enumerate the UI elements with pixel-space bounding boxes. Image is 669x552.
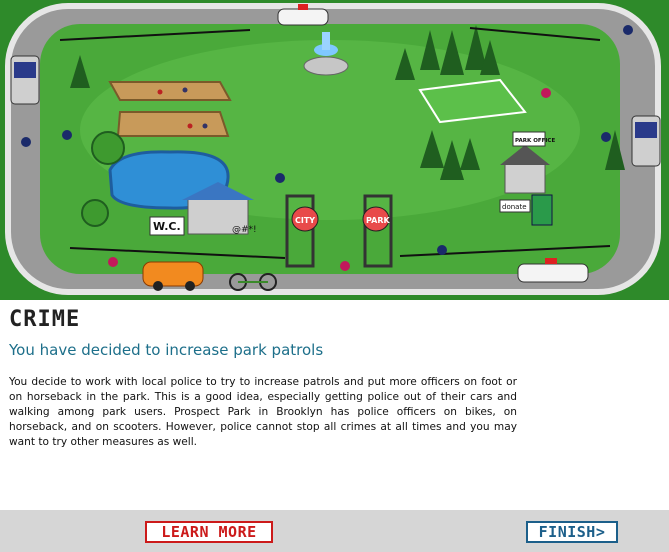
speech-bubble: @#*! bbox=[232, 225, 257, 235]
bus-right bbox=[631, 115, 661, 167]
section-title: CRIME bbox=[9, 307, 81, 332]
decision-description: You decide to work with local police to … bbox=[9, 376, 517, 448]
park-office-sign: PARK OFFICE bbox=[515, 138, 555, 144]
decision-heading: You have decided to increase park patrol… bbox=[9, 341, 324, 359]
wc-sign: W.C. bbox=[153, 220, 181, 233]
city-sign: CITY bbox=[295, 216, 315, 225]
donate-sign: donate bbox=[502, 203, 527, 211]
park-sign: PARK bbox=[366, 216, 390, 225]
game-screen: W.C. CITY PARK PARK OFFICE donate @#*! C… bbox=[0, 0, 669, 552]
bus-left bbox=[10, 55, 40, 105]
learn-more-button[interactable]: LEARN MORE bbox=[145, 521, 273, 543]
park-scene: W.C. CITY PARK PARK OFFICE donate @#*! bbox=[0, 0, 669, 300]
sandbox-upper bbox=[108, 81, 232, 101]
sandbox-lower bbox=[116, 111, 230, 137]
park-illustration: W.C. CITY PARK PARK OFFICE donate @#*! bbox=[0, 0, 669, 300]
finish-button[interactable]: FINISH> bbox=[526, 521, 618, 543]
